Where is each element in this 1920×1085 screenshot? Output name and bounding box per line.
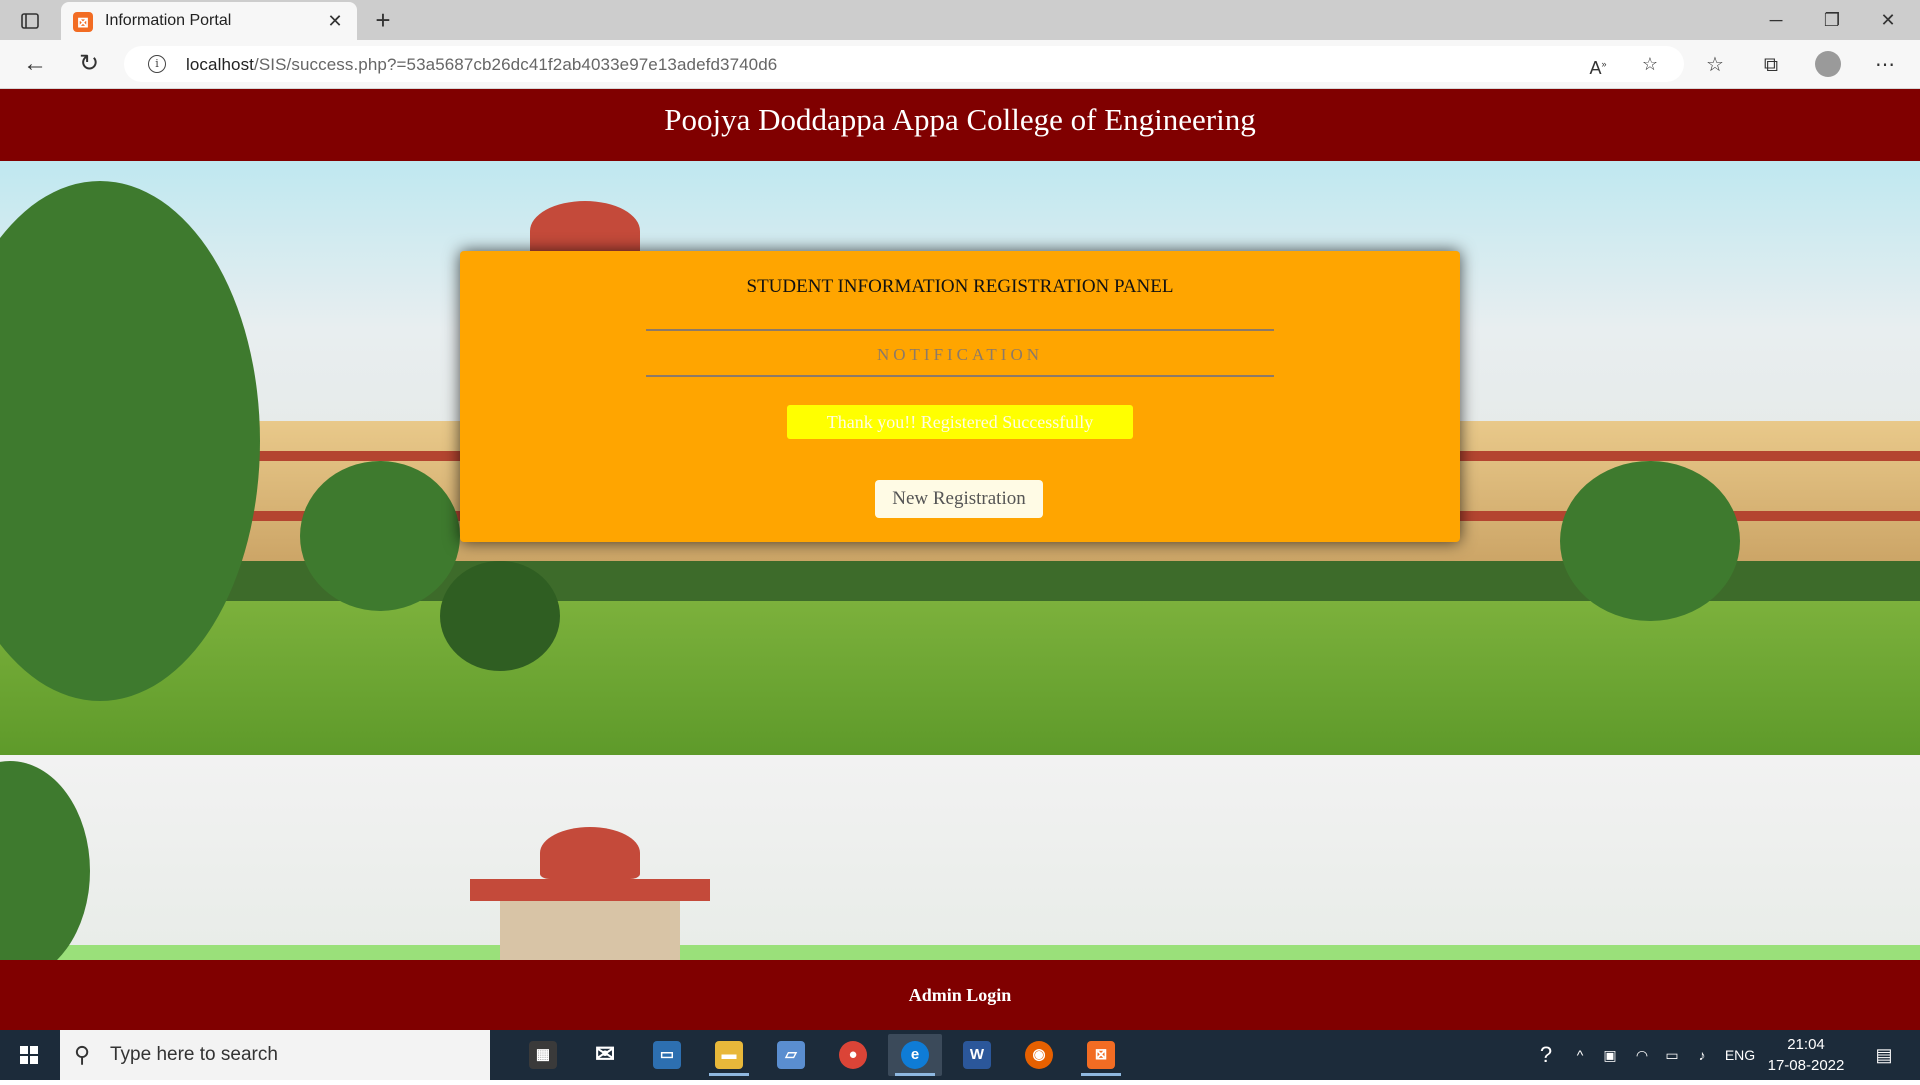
divider bbox=[646, 329, 1274, 331]
microsoft-store-icon[interactable]: ▦ bbox=[516, 1034, 570, 1076]
page-footer: Admin Login bbox=[0, 960, 1920, 1030]
success-message: Thank you!! Registered Successfully bbox=[787, 405, 1133, 439]
word-icon[interactable]: W bbox=[950, 1034, 1004, 1076]
new-tab-icon[interactable]: + bbox=[368, 6, 398, 34]
browser-tab-bar: ⊠ Information Portal ✕ + ─ ❐ ✕ bbox=[0, 0, 1920, 40]
notification-heading: NOTIFICATION bbox=[876, 345, 1044, 364]
read-aloud-icon[interactable]: A» bbox=[1584, 52, 1612, 78]
browser-tab-active[interactable]: ⊠ Information Portal ✕ bbox=[61, 2, 357, 40]
add-favorite-icon[interactable]: ☆ bbox=[1636, 52, 1664, 76]
tab-title: Information Portal bbox=[105, 12, 232, 29]
language-indicator[interactable]: ENG bbox=[1720, 1030, 1760, 1080]
windows-start-icon[interactable] bbox=[0, 1030, 58, 1080]
clock-time[interactable]: 21:04 bbox=[1770, 1036, 1842, 1053]
info-icon[interactable]: i bbox=[148, 55, 166, 73]
profile-avatar[interactable] bbox=[1815, 51, 1841, 77]
notepad-icon[interactable]: ▱ bbox=[764, 1034, 818, 1076]
search-placeholder: Type here to search bbox=[110, 1044, 278, 1065]
divider bbox=[646, 375, 1274, 377]
minimize-icon[interactable]: ─ bbox=[1748, 0, 1804, 40]
mail-icon[interactable]: ✉ bbox=[578, 1034, 632, 1076]
new-registration-button[interactable]: New Registration bbox=[875, 480, 1043, 518]
remote-desktop-icon[interactable]: ▭ bbox=[640, 1034, 694, 1076]
refresh-icon[interactable]: ↻ bbox=[72, 49, 106, 79]
volume-icon[interactable]: ♪ bbox=[1688, 1030, 1716, 1080]
battery-icon[interactable]: ▭ bbox=[1658, 1030, 1686, 1080]
clock-date[interactable]: 17-08-2022 bbox=[1765, 1057, 1847, 1074]
chevron-up-icon[interactable]: ^ bbox=[1568, 1030, 1592, 1080]
tab-actions-icon[interactable] bbox=[14, 8, 44, 34]
windows-taskbar: ⚲ Type here to search ▦ ✉ ▭ ▬ ▱ ● e W ◉ … bbox=[0, 1030, 1920, 1080]
notifications-icon[interactable]: ▤ bbox=[1866, 1030, 1902, 1080]
close-icon[interactable]: ✕ bbox=[323, 8, 347, 34]
collections-icon[interactable]: ⧉ bbox=[1754, 50, 1788, 80]
edge-icon[interactable]: e bbox=[888, 1034, 942, 1076]
panel-title: STUDENT INFORMATION REGISTRATION PANEL bbox=[746, 276, 1174, 297]
url-text[interactable]: localhost/SIS/success.php?=53a5687cb26dc… bbox=[186, 55, 777, 75]
file-explorer-icon[interactable]: ▬ bbox=[702, 1034, 756, 1076]
window-close-icon[interactable]: ✕ bbox=[1860, 0, 1916, 40]
back-icon[interactable]: ← bbox=[18, 49, 52, 79]
chrome-icon[interactable]: ● bbox=[826, 1034, 880, 1076]
meet-now-icon[interactable]: ▣ bbox=[1596, 1030, 1624, 1080]
admin-login-link[interactable]: Admin Login bbox=[909, 985, 1012, 1005]
restore-icon[interactable]: ❐ bbox=[1804, 0, 1860, 40]
registration-panel: STUDENT INFORMATION REGISTRATION PANEL N… bbox=[460, 251, 1460, 542]
xampp-icon: ⊠ bbox=[73, 12, 93, 32]
page-header: Poojya Doddappa Appa College of Engineer… bbox=[0, 89, 1920, 161]
url-path: /SIS/success.php?=53a5687cb26dc41f2ab403… bbox=[254, 55, 778, 74]
search-icon: ⚲ bbox=[74, 1042, 91, 1067]
wifi-icon[interactable]: ◠ bbox=[1628, 1030, 1656, 1080]
address-toolbar: ← ↻ i localhost/SIS/success.php?=53a5687… bbox=[0, 40, 1920, 89]
college-title: Poojya Doddappa Appa College of Engineer… bbox=[664, 102, 1256, 137]
xampp-icon[interactable]: ⊠ bbox=[1074, 1034, 1128, 1076]
more-options-icon[interactable]: ⋯ bbox=[1868, 50, 1902, 80]
url-host: localhost bbox=[186, 55, 254, 74]
firefox-icon[interactable]: ◉ bbox=[1012, 1034, 1066, 1076]
help-icon[interactable]: ? bbox=[1530, 1030, 1562, 1080]
favorites-icon[interactable]: ☆ bbox=[1698, 50, 1732, 80]
address-bar[interactable]: i localhost/SIS/success.php?=53a5687cb26… bbox=[124, 46, 1684, 82]
taskbar-search-box[interactable]: ⚲ Type here to search bbox=[60, 1030, 490, 1080]
